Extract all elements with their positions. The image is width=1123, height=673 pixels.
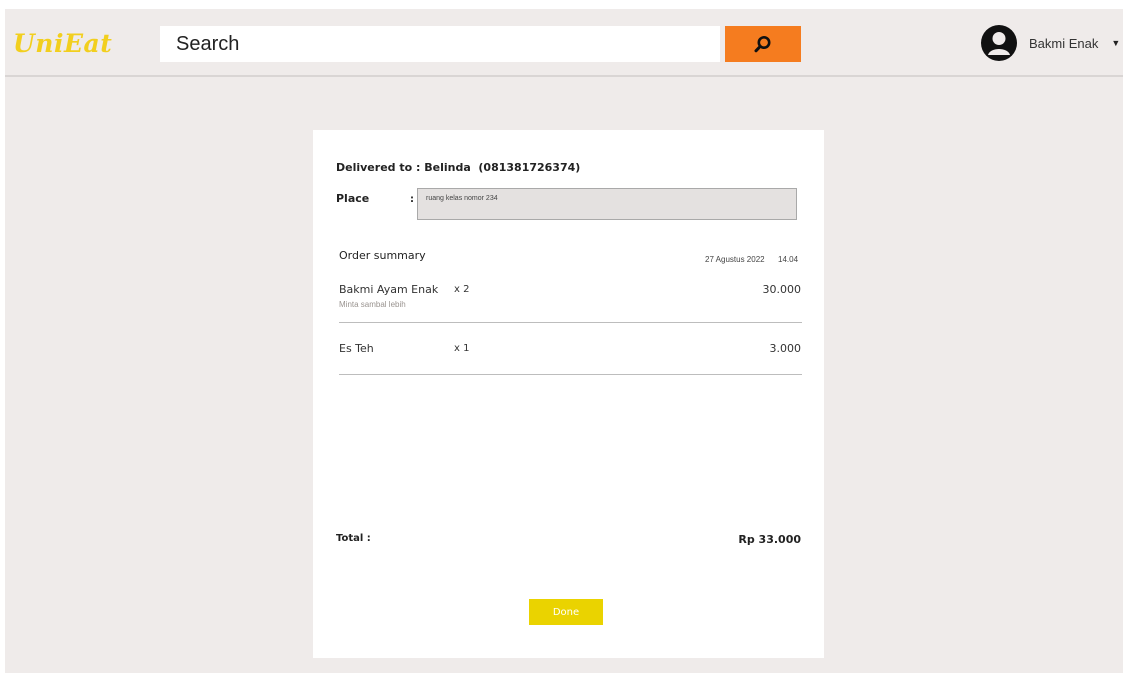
place-colon: :: [410, 194, 414, 205]
app-window: UniEat Bakmi Enak ▼ Delivered to : Belin…: [5, 9, 1123, 673]
order-item-name: Es Teh: [339, 342, 374, 355]
search-input[interactable]: [160, 26, 720, 62]
user-name: Bakmi Enak: [1029, 35, 1099, 51]
order-item-qty: x 2: [454, 284, 470, 295]
total-value: Rp 33.000: [738, 533, 801, 546]
search-icon: [753, 34, 773, 54]
top-bar: UniEat Bakmi Enak ▼: [5, 9, 1123, 77]
order-item-price: 3.000: [769, 342, 802, 355]
item-divider: [339, 322, 802, 323]
order-time: 14.04: [778, 255, 799, 264]
place-field[interactable]: ruang kelas nomor 234: [417, 188, 797, 220]
order-item-price: 30.000: [762, 283, 802, 296]
order-item-qty: x 1: [454, 343, 470, 354]
order-item-note: Minta sambal lebih: [339, 300, 406, 309]
search-button[interactable]: [725, 26, 801, 62]
user-menu[interactable]: Bakmi Enak ▼: [980, 23, 1120, 63]
order-receipt-card: Delivered to : Belinda (081381726374) Pl…: [313, 130, 824, 658]
done-button[interactable]: Done: [529, 599, 603, 625]
order-summary-title: Order summary: [339, 249, 426, 262]
user-avatar-icon: [981, 25, 1017, 61]
total-label: Total :: [336, 533, 371, 544]
delivery-recipient: Delivered to : Belinda (081381726374): [336, 161, 581, 174]
chevron-down-icon[interactable]: ▼: [1111, 38, 1120, 48]
place-label: Place: [336, 192, 370, 205]
order-date: 27 Agustus 2022: [705, 255, 765, 264]
app-logo[interactable]: UniEat: [13, 29, 112, 58]
item-divider: [339, 374, 802, 375]
order-item-name: Bakmi Ayam Enak: [339, 283, 439, 296]
